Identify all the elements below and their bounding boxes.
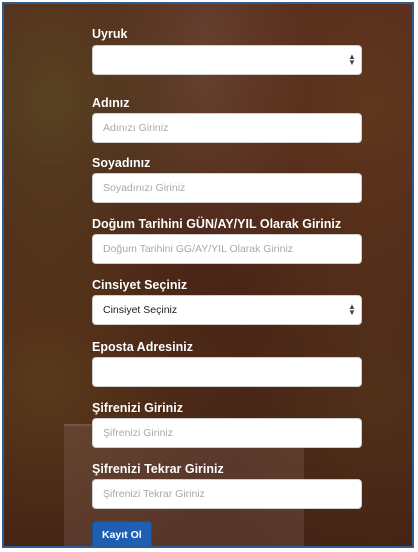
nationality-label: Uyruk <box>92 27 128 41</box>
email-label: Eposta Adresiniz <box>92 340 193 354</box>
gender-select[interactable]: Cinsiyet Seçiniz ▲ ▼ <box>92 295 362 325</box>
last-name-group: Soyadınız Soyadınızı Giriniz <box>92 155 362 203</box>
birth-date-input[interactable]: Doğum Tarihini GG/AY/YIL Olarak Giriniz <box>92 234 362 264</box>
email-group: Eposta Adresiniz <box>92 339 362 387</box>
register-button[interactable]: Kayıt Ol <box>92 521 152 546</box>
birth-date-label: Doğum Tarihini GÜN/AY/YIL Olarak Giriniz <box>92 217 342 231</box>
registration-panel: Uyruk ▲ ▼ Adınız Adınızı Giriniz Soyadını… <box>2 2 414 548</box>
password-repeat-group: Şifrenizi Tekrar Giriniz Şifrenizi Tekra… <box>92 461 362 509</box>
birth-date-group: Doğum Tarihini GÜN/AY/YIL Olarak Giriniz… <box>92 216 362 264</box>
password-placeholder: Şifrenizi Giriniz <box>103 427 174 439</box>
first-name-input[interactable]: Adınızı Giriniz <box>92 113 362 143</box>
registration-form: Uyruk ▲ ▼ Adınız Adınızı Giriniz Soyadını… <box>92 26 362 546</box>
password-repeat-input[interactable]: Şifrenizi Tekrar Giriniz <box>92 479 362 509</box>
last-name-input[interactable]: Soyadınızı Giriniz <box>92 173 362 203</box>
gender-group: Cinsiyet Seçiniz Cinsiyet Seçiniz ▲ ▼ <box>92 277 362 325</box>
first-name-label: Adınız <box>92 96 130 110</box>
gender-label: Cinsiyet Seçiniz <box>92 278 188 292</box>
password-repeat-label: Şifrenizi Tekrar Giriniz <box>92 462 224 476</box>
nationality-select[interactable]: ▲ ▼ <box>92 45 362 75</box>
last-name-label: Soyadınız <box>92 156 151 170</box>
first-name-group: Adınız Adınızı Giriniz <box>92 95 362 143</box>
select-caret-icon: ▲ ▼ <box>348 52 356 67</box>
last-name-placeholder: Soyadınızı Giriniz <box>103 182 186 194</box>
password-group: Şifrenizi Giriniz Şifrenizi Giriniz <box>92 400 362 448</box>
password-input[interactable]: Şifrenizi Giriniz <box>92 418 362 448</box>
password-label: Şifrenizi Giriniz <box>92 401 183 415</box>
select-caret-icon: ▲ ▼ <box>348 302 356 317</box>
nationality-group: Uyruk ▲ ▼ <box>92 26 362 75</box>
password-repeat-placeholder: Şifrenizi Tekrar Giriniz <box>103 488 205 500</box>
email-input[interactable] <box>92 357 362 387</box>
gender-value: Cinsiyet Seçiniz <box>103 304 178 316</box>
first-name-placeholder: Adınızı Giriniz <box>103 122 169 134</box>
birth-date-placeholder: Doğum Tarihini GG/AY/YIL Olarak Giriniz <box>103 243 294 255</box>
